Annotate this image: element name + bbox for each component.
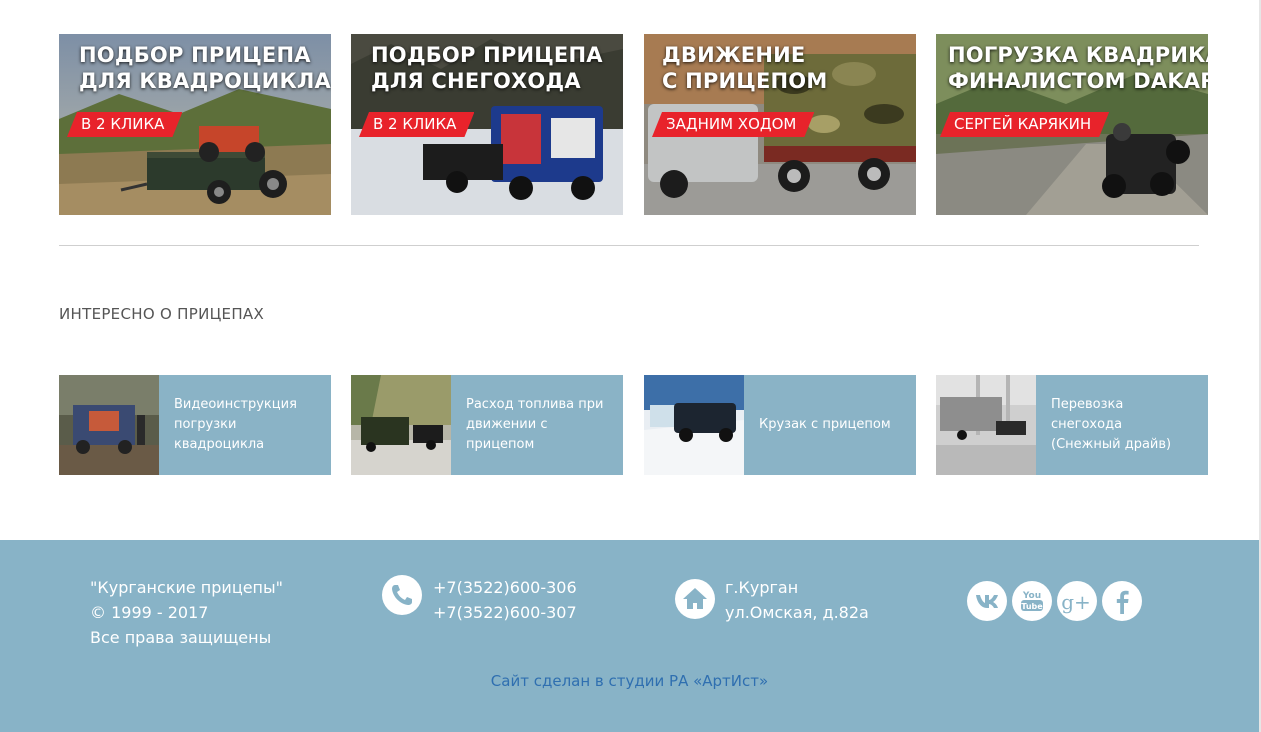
footer-phones: +7(3522)600-306 +7(3522)600-307	[433, 575, 577, 625]
phone-number-link[interactable]: +7(3522)600-307	[433, 600, 577, 625]
promo-title-line: ПОДБОР ПРИЦЕПА	[79, 43, 311, 67]
article-label: Перевозка снегохода (Снежный драйв)	[1051, 375, 1200, 475]
promo-title-line: ФИНАЛИСТОМ DAKAR	[948, 69, 1208, 93]
home-icon	[675, 579, 715, 619]
article-cruiser-with-trailer[interactable]: Крузак с прицепом	[644, 375, 916, 475]
article-label: Расход топлива при движении с прицепом	[466, 375, 615, 475]
promo-title: ПОГРУЗКА КВАДРИКА ФИНАЛИСТОМ DAKAR	[936, 42, 1208, 94]
vk-icon[interactable]	[967, 581, 1007, 621]
google-plus-icon[interactable]: g+	[1057, 581, 1097, 621]
phone-icon	[382, 575, 422, 615]
article-label: Крузак с прицепом	[759, 375, 908, 475]
article-label-line: Видеоинструкция	[174, 397, 297, 412]
svg-text:Tube: Tube	[1021, 602, 1043, 611]
promo-reversing-with-trailer[interactable]: ДВИЖЕНИЕ С ПРИЦЕПОМ ЗАДНИМ ХОДОМ	[644, 34, 916, 215]
article-thumbnail	[936, 375, 1036, 475]
article-label-line: Перевозка	[1051, 397, 1124, 412]
promo-title-line: ДВИЖЕНИЕ	[662, 43, 806, 67]
promo-title-line: ДЛЯ КВАДРОЦИКЛА	[79, 69, 331, 93]
svg-text:g+: g+	[1061, 590, 1091, 614]
article-label-line: Расход топлива при	[466, 397, 604, 412]
article-label-line: Крузак с прицепом	[759, 417, 891, 432]
facebook-icon[interactable]	[1102, 581, 1142, 621]
promo-snowmobile-trailer-selection[interactable]: ПОДБОР ПРИЦЕПА ДЛЯ СНЕГОХОДА В 2 КЛИКА	[351, 34, 623, 215]
promo-atv-trailer-selection[interactable]: ПОДБОР ПРИЦЕПА ДЛЯ КВАДРОЦИКЛА В 2 КЛИКА	[59, 34, 331, 215]
promo-title-line: С ПРИЦЕПОМ	[662, 69, 828, 93]
site-footer: "Курганские прицепы" © 1999 - 2017 Все п…	[0, 540, 1259, 732]
article-thumbnail	[644, 375, 744, 475]
svg-text:You: You	[1022, 591, 1041, 601]
article-label-line: снегохода	[1051, 417, 1123, 432]
footer-street: ул.Омская, д.82а	[725, 603, 869, 622]
article-thumbnail	[59, 375, 159, 475]
section-title: ИНТЕРЕСНО О ПРИЦЕПАХ	[59, 305, 265, 323]
promo-title-line: ДЛЯ СНЕГОХОДА	[371, 69, 581, 93]
promo-tag: В 2 КЛИКА	[67, 112, 182, 137]
promo-title-line: ПОГРУЗКА КВАДРИКА	[948, 43, 1208, 67]
promo-dakar-finalist-loading[interactable]: ПОГРУЗКА КВАДРИКА ФИНАЛИСТОМ DAKAR СЕРГЕ…	[936, 34, 1208, 215]
youtube-icon[interactable]: You Tube	[1012, 581, 1052, 621]
promo-title: ДВИЖЕНИЕ С ПРИЦЕПОМ	[644, 42, 916, 94]
phone-number-link[interactable]: +7(3522)600-306	[433, 575, 577, 600]
article-label-line: квадроцикла	[174, 437, 265, 452]
article-label-line: движении с	[466, 417, 548, 432]
section-divider	[59, 245, 1199, 246]
promo-title: ПОДБОР ПРИЦЕПА ДЛЯ СНЕГОХОДА	[351, 42, 623, 94]
promo-title-line: ПОДБОР ПРИЦЕПА	[371, 43, 603, 67]
footer-company-name: "Курганские прицепы"	[90, 578, 284, 597]
studio-credit-link[interactable]: Сайт сделан в студии РА «АртИст»	[0, 672, 1259, 690]
footer-copyright: © 1999 - 2017	[90, 603, 209, 622]
promo-tag: В 2 КЛИКА	[359, 112, 474, 137]
article-label: Видеоинструкция погрузки квадроцикла	[174, 375, 323, 475]
article-fuel-consumption[interactable]: Расход топлива при движении с прицепом	[351, 375, 623, 475]
footer-city: г.Курган	[725, 578, 799, 597]
promo-title: ПОДБОР ПРИЦЕПА ДЛЯ КВАДРОЦИКЛА	[59, 42, 331, 94]
promo-tag: ЗАДНИМ ХОДОМ	[652, 112, 814, 137]
article-thumbnail	[351, 375, 451, 475]
article-label-line: прицепом	[466, 437, 535, 452]
article-label-line: погрузки	[174, 417, 237, 432]
footer-rights: Все права защищены	[90, 628, 272, 647]
footer-address: г.Курган ул.Омская, д.82а	[725, 575, 869, 625]
promo-tag: СЕРГЕЙ КАРЯКИН	[940, 112, 1109, 137]
article-atv-loading-video[interactable]: Видеоинструкция погрузки квадроцикла	[59, 375, 331, 475]
article-snowmobile-transport[interactable]: Перевозка снегохода (Снежный драйв)	[936, 375, 1208, 475]
footer-company-block: "Курганские прицепы" © 1999 - 2017 Все п…	[90, 575, 283, 650]
article-label-line: (Снежный драйв)	[1051, 437, 1172, 452]
